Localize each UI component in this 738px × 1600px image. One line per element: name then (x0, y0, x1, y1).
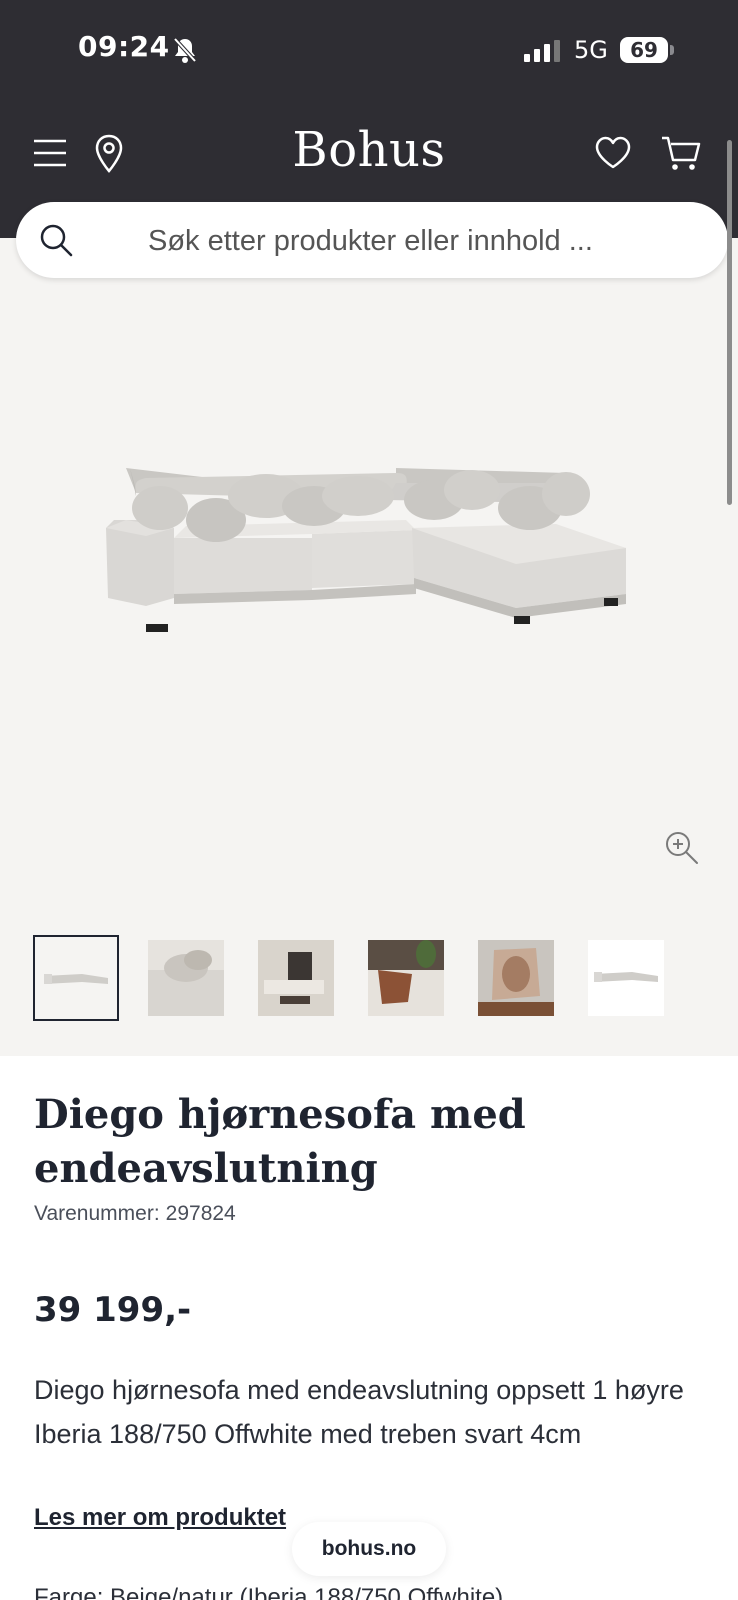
battery-indicator: 69 (620, 37, 668, 63)
battery-nub (670, 45, 674, 55)
signal-icon (524, 40, 560, 62)
product-description: Diego hjørnesofa med endeavslutning opps… (34, 1375, 684, 1449)
bell-off-icon (173, 37, 197, 63)
thumbnail-5[interactable] (478, 940, 554, 1016)
sku-label: Varenummer: (34, 1202, 160, 1225)
heart-icon[interactable] (594, 136, 632, 170)
thumbnail-4[interactable] (368, 940, 444, 1016)
network-label: 5G (574, 36, 608, 64)
product-image[interactable] (96, 238, 636, 658)
scrollbar[interactable] (727, 140, 732, 505)
browser-url-pill[interactable]: bohus.no (292, 1522, 446, 1576)
sku-value: 297824 (165, 1202, 236, 1225)
search-icon (40, 224, 73, 257)
sku-line: Varenummer: 297824 (34, 1202, 236, 1226)
product-price: 39 199,- (34, 1290, 192, 1330)
thumbnail-3[interactable] (258, 940, 334, 1016)
cart-icon[interactable] (660, 134, 702, 172)
product-title: Diego hjørnesofa med endeavslutning (34, 1091, 526, 1192)
read-more-link[interactable]: Les mer om produktet (34, 1504, 286, 1532)
thumbnail-2[interactable] (148, 940, 224, 1016)
status-time: 09:24 (78, 30, 170, 63)
zoom-in-icon[interactable] (664, 830, 700, 866)
thumbnail-6[interactable] (588, 940, 664, 1016)
product-color-line: Farge: Beige/natur (Iberia 188/750 Offwh… (34, 1584, 504, 1600)
thumbnail-1[interactable] (33, 935, 119, 1021)
